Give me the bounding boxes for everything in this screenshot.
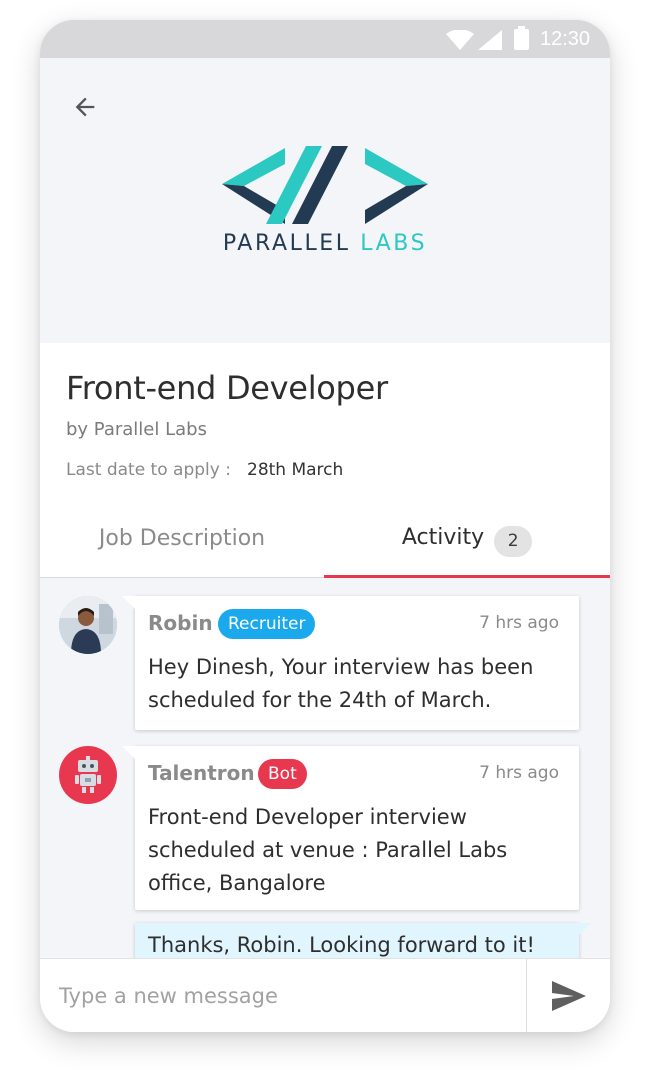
- logo-word-labs: LABS: [360, 231, 428, 256]
- signal-icon: [478, 30, 502, 50]
- message-timestamp: 7 hrs ago: [479, 613, 559, 633]
- arrow-left-icon: [75, 97, 95, 117]
- job-title: Front-end Developer: [66, 369, 388, 407]
- user-reply-bubble: Thanks, Robin. Looking forward to it!: [135, 923, 591, 958]
- company-byline: by Parallel Labs: [66, 419, 207, 440]
- activity-count-badge: 2: [494, 526, 533, 557]
- job-details: Front-end Developer by Parallel Labs Las…: [40, 343, 610, 578]
- message-input[interactable]: [40, 959, 526, 1032]
- company-logo-icon: [222, 146, 428, 224]
- message-composer: [40, 958, 610, 1032]
- person-avatar-icon: [59, 596, 117, 654]
- status-bar: 12:30: [40, 20, 610, 58]
- activity-message-card: Robin Recruiter 7 hrs ago Hey Dinesh, Yo…: [122, 596, 579, 730]
- sender-name: Robin: [148, 611, 213, 635]
- reply-text: Thanks, Robin. Looking forward to it!: [148, 933, 535, 957]
- send-button[interactable]: [527, 959, 610, 1032]
- message-text: Hey Dinesh, Your interview has been sche…: [148, 655, 534, 712]
- deadline-value: 28th March: [247, 460, 344, 480]
- message-text: Front-end Developer interview scheduled …: [148, 805, 508, 895]
- wifi-icon: [446, 30, 474, 50]
- status-time: 12:30: [540, 28, 591, 50]
- avatar-robin: [59, 596, 117, 654]
- job-header: PARALLEL LABS: [40, 58, 610, 343]
- send-icon: [551, 980, 586, 1011]
- sender-name: Talentron: [148, 761, 255, 785]
- avatar-talentron: [59, 746, 117, 804]
- robot-icon: [75, 756, 101, 793]
- deadline-label: Last date to apply :: [66, 460, 231, 480]
- company-logo-text: PARALLEL LABS: [40, 231, 610, 256]
- activity-message-card: Talentron Bot 7 hrs ago Front-end Develo…: [122, 746, 579, 910]
- activity-feed[interactable]: Robin Recruiter 7 hrs ago Hey Dinesh, Yo…: [40, 578, 610, 958]
- tab-activity[interactable]: Activity 2: [324, 515, 610, 578]
- battery-icon: [514, 26, 529, 50]
- role-badge-recruiter: Recruiter: [218, 609, 316, 639]
- back-button[interactable]: [64, 86, 106, 128]
- logo-word-parallel: PARALLEL: [222, 231, 351, 256]
- tab-activity-label: Activity: [401, 525, 485, 550]
- tab-job-description-label: Job Description: [98, 526, 266, 551]
- phone-frame: 12:30 PARALLEL LABS Front-end Developer …: [40, 20, 610, 1032]
- message-timestamp: 7 hrs ago: [479, 763, 559, 783]
- role-badge-bot: Bot: [258, 759, 307, 789]
- tab-job-description[interactable]: Job Description: [40, 515, 324, 578]
